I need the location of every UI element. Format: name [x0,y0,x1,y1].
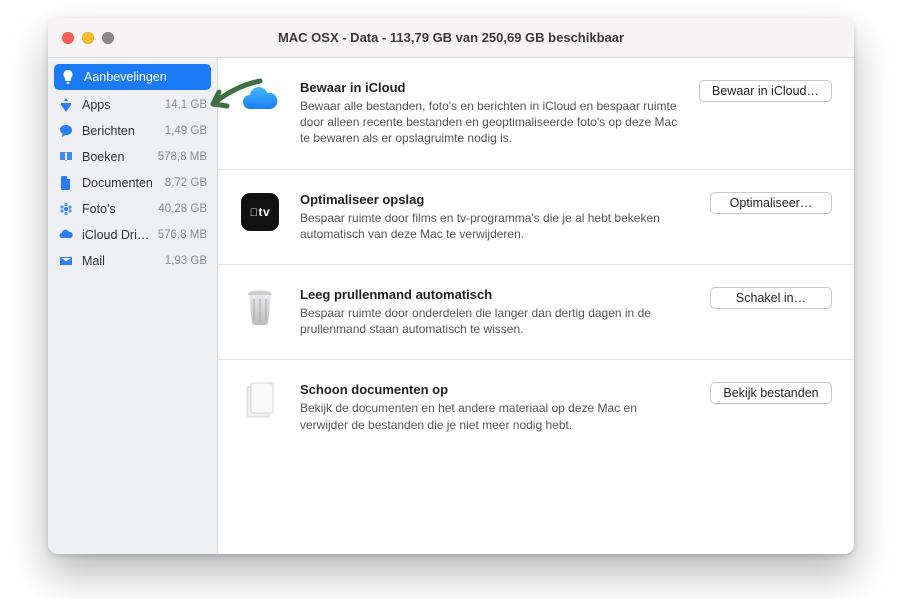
section-store-in-icloud: Bewaar in iCloud Bewaar alle bestanden, … [218,58,854,170]
sidebar-item-value: 578,8 MB [158,151,207,163]
section-description: Bewaar alle bestanden, foto's en bericht… [300,98,680,147]
store-in-icloud-button[interactable]: Bewaar in iCloud… [699,80,832,102]
minimize-window-button[interactable] [82,32,94,44]
sidebar-item-label: Foto's [82,202,150,216]
titlebar: MAC OSX - Data - 113,79 GB van 250,69 GB… [48,18,854,58]
sidebar-item-label: Documenten [82,176,157,190]
section-optimize-storage: tv Optimaliseer opslag Bespaar ruimte d… [218,170,854,265]
sidebar-item-label: Aanbevelingen [84,70,197,84]
section-title: Leeg prullenmand automatisch [300,287,680,302]
sidebar-item-label: Berichten [82,124,157,138]
section-empty-trash: Leeg prullenmand automatisch Bespaar rui… [218,265,854,360]
sidebar-item-label: iCloud Drive [82,228,150,242]
sidebar-item-value: 40,28 GB [158,203,207,215]
section-title: Bewaar in iCloud [300,80,680,95]
section-title: Optimaliseer opslag [300,192,680,207]
sidebar-item-messages[interactable]: Berichten 1,49 GB [48,118,217,144]
mail-icon [58,253,74,269]
recommendations-pane: Bewaar in iCloud Bewaar alle bestanden, … [218,58,854,554]
sidebar-item-value: 1,49 GB [165,125,207,137]
window-title: MAC OSX - Data - 113,79 GB van 250,69 GB… [48,30,854,45]
sidebar-item-label: Boeken [82,150,150,164]
sidebar-item-photos[interactable]: Foto's 40,28 GB [48,196,217,222]
sidebar-item-documents[interactable]: Documenten 8,72 GB [48,170,217,196]
sidebar-item-books[interactable]: Boeken 578,8 MB [48,144,217,170]
turn-on-empty-trash-button[interactable]: Schakel in… [710,287,832,309]
section-description: Bespaar ruimte door films en tv-programm… [300,210,680,242]
close-window-button[interactable] [62,32,74,44]
zoom-window-button[interactable] [102,32,114,44]
storage-management-window: MAC OSX - Data - 113,79 GB van 250,69 GB… [48,18,854,554]
sidebar-item-value: 1,93 GB [165,255,207,267]
sidebar-item-value: 8,72 GB [165,177,207,189]
section-reduce-clutter: Schoon documenten op Bekijk de documente… [218,360,854,454]
appletv-app-icon: tv [240,192,280,232]
section-title: Schoon documenten op [300,382,680,397]
sidebar-item-label: Apps [82,98,157,112]
sidebar-item-apps[interactable]: Apps 14,1 GB [48,92,217,118]
documents-stack-icon [240,382,280,422]
cloud-icon [58,227,74,243]
book-icon [58,149,74,165]
section-description: Bekijk de documenten en het andere mater… [300,400,680,432]
sidebar-item-recommendations[interactable]: Aanbevelingen [54,64,211,90]
sidebar-item-icloud-drive[interactable]: iCloud Drive 576,8 MB [48,222,217,248]
sidebar-item-value: 14,1 GB [165,99,207,111]
window-controls [48,32,114,44]
trash-icon [240,287,280,327]
lightbulb-icon [60,69,76,85]
review-files-button[interactable]: Bekijk bestanden [710,382,832,404]
icloud-drive-app-icon [240,80,280,120]
speech-bubble-icon [58,123,74,139]
section-description: Bespaar ruimte door onderdelen die lange… [300,305,680,337]
photos-icon [58,201,74,217]
apps-icon [58,97,74,113]
sidebar-item-label: Mail [82,254,157,268]
sidebar-item-mail[interactable]: Mail 1,93 GB [48,248,217,274]
sidebar: Aanbevelingen Apps 14,1 GB Berichten 1,4… [48,58,218,554]
document-icon [58,175,74,191]
optimize-storage-button[interactable]: Optimaliseer… [710,192,832,214]
sidebar-item-value: 576,8 MB [158,229,207,241]
